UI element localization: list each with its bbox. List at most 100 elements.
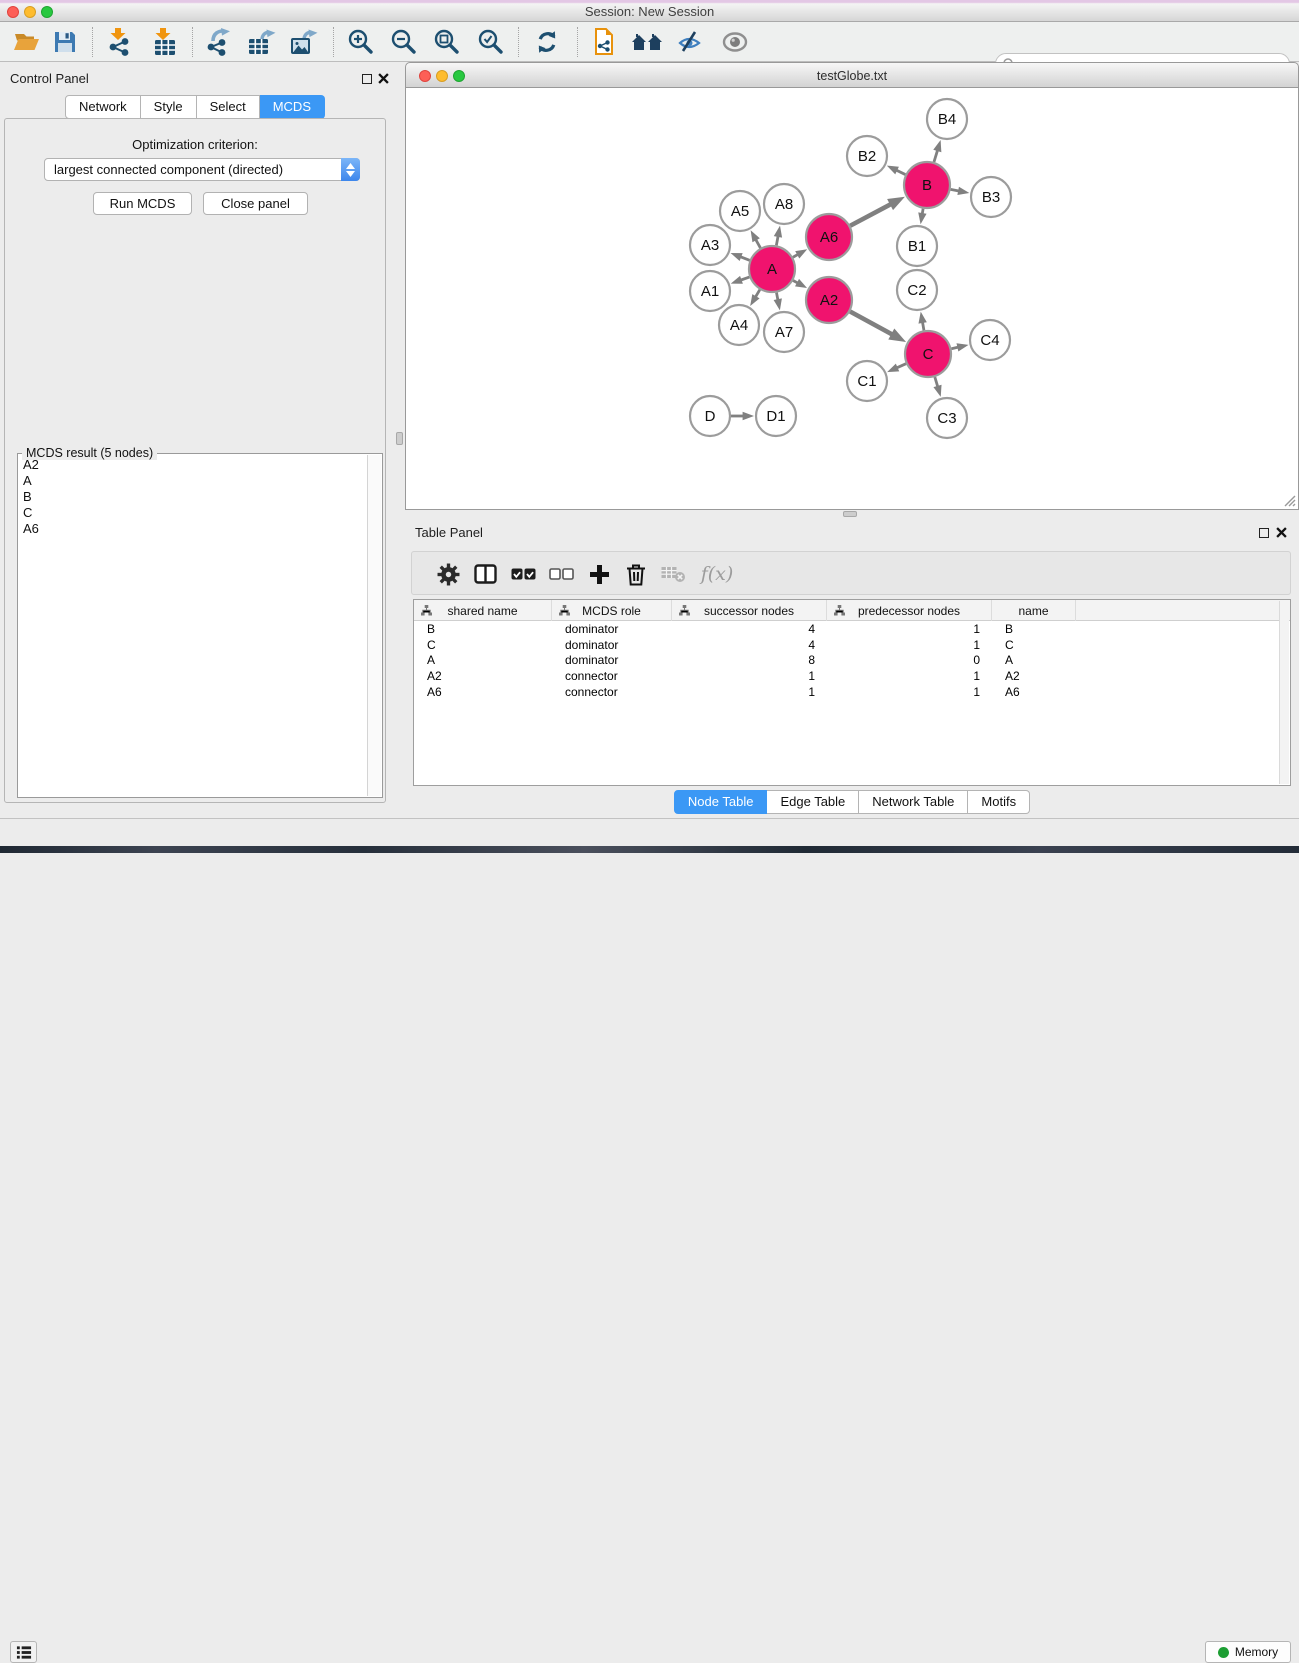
graph-node-label: A1 — [701, 283, 719, 300]
table-cell[interactable]: 4 — [672, 638, 827, 652]
mcds-list-scrollbar[interactable] — [367, 455, 381, 796]
graph-edge-A2-C[interactable] — [850, 311, 893, 334]
zoom-out-icon — [391, 29, 417, 55]
select-all-button[interactable] — [507, 559, 539, 589]
import-table-button[interactable] — [147, 25, 183, 59]
control-panel-close-icon[interactable] — [378, 73, 389, 84]
table-row[interactable]: Adominator80A — [414, 652, 1290, 668]
column-header-successor-nodes[interactable]: successor nodes — [672, 600, 827, 621]
memory-button[interactable]: Memory — [1205, 1641, 1291, 1663]
home-button[interactable] — [629, 25, 665, 59]
table-cell[interactable]: 1 — [672, 669, 827, 683]
table-cell[interactable]: 1 — [827, 638, 992, 652]
tab-style[interactable]: Style — [141, 95, 197, 119]
mcds-result-item[interactable]: B — [19, 489, 366, 505]
table-row[interactable]: Cdominator41C — [414, 637, 1290, 653]
refresh-button[interactable] — [529, 25, 565, 59]
table-panel-close-icon[interactable] — [1276, 527, 1287, 538]
table-cell[interactable]: dominator — [552, 638, 672, 652]
table-cell[interactable]: A6 — [414, 685, 552, 699]
table-cell[interactable]: connector — [552, 669, 672, 683]
table-cell[interactable]: B — [414, 622, 552, 636]
gear-icon — [437, 563, 460, 586]
column-header-name[interactable]: name — [992, 600, 1076, 621]
trash-icon — [625, 563, 647, 586]
tab-edge-table[interactable]: Edge Table — [767, 790, 859, 814]
table-cell[interactable]: 0 — [827, 653, 992, 667]
visibility-slash-button[interactable] — [672, 25, 708, 59]
save-session-button[interactable] — [47, 25, 83, 59]
delete-row-button[interactable] — [620, 559, 652, 589]
control-panel-float-icon[interactable] — [362, 74, 372, 84]
visibility-slash-icon — [677, 30, 703, 54]
table-cell[interactable]: A6 — [992, 685, 1076, 699]
tab-node-table[interactable]: Node Table — [674, 790, 768, 814]
zoom-fit-button[interactable] — [429, 25, 465, 59]
table-cell[interactable]: 1 — [827, 669, 992, 683]
column-header-predecessor-nodes[interactable]: predecessor nodes — [827, 600, 992, 621]
tab-mcds[interactable]: MCDS — [260, 95, 325, 119]
plus-icon — [589, 564, 610, 585]
copy-network-button[interactable] — [587, 25, 623, 59]
table-cell[interactable]: A — [992, 653, 1076, 667]
tab-select[interactable]: Select — [197, 95, 260, 119]
table-settings-button[interactable] — [432, 559, 464, 589]
graph-node-label: C3 — [937, 410, 956, 427]
table-row[interactable]: Bdominator41B — [414, 621, 1290, 637]
table-cell[interactable]: C — [992, 638, 1076, 652]
table-panel-float-icon[interactable] — [1259, 528, 1269, 538]
mcds-result-item[interactable]: C — [19, 505, 366, 521]
table-cell[interactable]: A2 — [414, 669, 552, 683]
zoom-out-button[interactable] — [386, 25, 422, 59]
table-cell[interactable]: C — [414, 638, 552, 652]
network-canvas[interactable]: AA1A2A3A4A5A6A7A8BB1B2B3B4CC1C2C3C4DD1 — [405, 88, 1299, 510]
toggle-columns-button[interactable] — [469, 559, 501, 589]
column-header-MCDS-role[interactable]: MCDS role — [552, 600, 672, 621]
table-cell[interactable]: 4 — [672, 622, 827, 636]
tab-network[interactable]: Network — [65, 95, 141, 119]
table-cell[interactable]: B — [992, 622, 1076, 636]
open-session-button[interactable] — [9, 25, 45, 59]
table-cell[interactable]: dominator — [552, 653, 672, 667]
horizontal-splitter-handle[interactable] — [843, 511, 857, 517]
table-scrollbar[interactable] — [1279, 601, 1289, 784]
mcds-result-box: MCDS result (5 nodes) A2ABCA6 — [17, 453, 383, 798]
table-cell[interactable]: 1 — [827, 685, 992, 699]
mcds-result-item[interactable]: A2 — [19, 457, 366, 473]
add-row-button[interactable] — [583, 559, 615, 589]
column-header-shared-name[interactable]: shared name — [414, 600, 552, 621]
tab-network-table[interactable]: Network Table — [859, 790, 968, 814]
table-row[interactable]: A6connector11A6 — [414, 684, 1290, 700]
table-cell[interactable]: dominator — [552, 622, 672, 636]
graph-edge-A6-B[interactable] — [850, 204, 892, 226]
table-cell[interactable]: 1 — [672, 685, 827, 699]
delete-table-button[interactable] — [657, 559, 689, 589]
table-cell[interactable]: 8 — [672, 653, 827, 667]
zoom-in-button[interactable] — [343, 25, 379, 59]
table-cell[interactable]: 1 — [827, 622, 992, 636]
table-row[interactable]: A2connector11A2 — [414, 668, 1290, 684]
export-network-button[interactable] — [202, 25, 238, 59]
eye-button[interactable] — [717, 25, 753, 59]
tab-motifs[interactable]: Motifs — [968, 790, 1030, 814]
network-window-titlebar[interactable]: testGlobe.txt — [405, 62, 1299, 88]
export-image-button[interactable] — [286, 25, 322, 59]
panel-list-button[interactable] — [10, 1641, 37, 1663]
function-builder-button[interactable]: f(x) — [695, 559, 739, 589]
zoom-selected-button[interactable] — [473, 25, 509, 59]
export-table-button[interactable] — [244, 25, 280, 59]
vertical-splitter-handle[interactable] — [396, 432, 403, 445]
table-cell[interactable]: connector — [552, 685, 672, 699]
table-cell[interactable]: A2 — [992, 669, 1076, 683]
graph-edge-B-B4[interactable] — [934, 149, 938, 162]
resize-grip-icon[interactable] — [1282, 493, 1296, 507]
table-cell[interactable]: A — [414, 653, 552, 667]
column-type-icon — [421, 605, 432, 616]
mcds-result-item[interactable]: A6 — [19, 521, 366, 537]
close-panel-button[interactable]: Close panel — [203, 192, 308, 215]
run-mcds-button[interactable]: Run MCDS — [93, 192, 192, 215]
import-network-button[interactable] — [102, 25, 138, 59]
deselect-all-button[interactable] — [545, 559, 577, 589]
mcds-result-item[interactable]: A — [19, 473, 366, 489]
optimization-criterion-select[interactable]: largest connected component (directed) — [44, 158, 360, 181]
